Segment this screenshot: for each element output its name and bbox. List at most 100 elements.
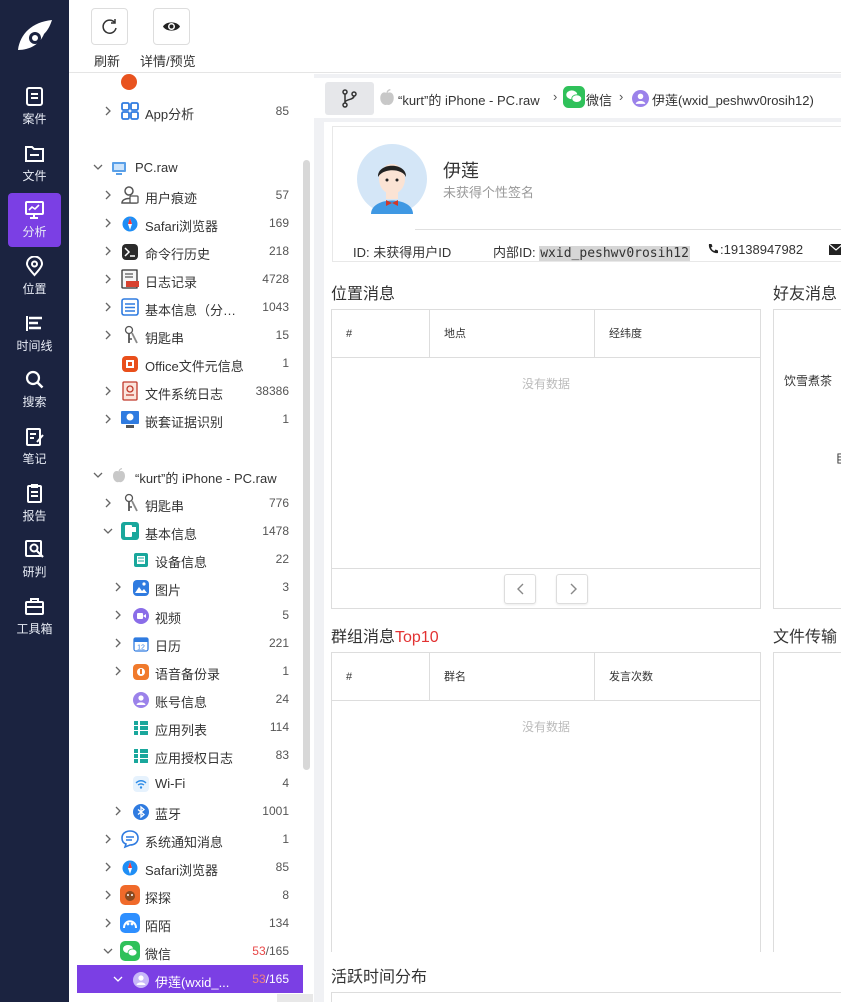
column-header[interactable]: 经纬度: [595, 310, 762, 358]
prev-page-button[interactable]: [504, 574, 536, 604]
tree-root-pc[interactable]: PC.raw: [77, 153, 303, 181]
breadcrumb-app[interactable]: 微信: [586, 90, 612, 109]
tree-item[interactable]: 基本信息 1478: [77, 517, 303, 545]
nav-label: 研判: [22, 565, 47, 579]
column-header[interactable]: 群名: [430, 653, 595, 701]
chevron-right-icon: [105, 106, 111, 116]
nav-item-search[interactable]: 搜索: [8, 363, 61, 417]
breadcrumb-separator: ›: [619, 89, 624, 104]
tree-label: App分析: [145, 107, 195, 122]
tree-count: 1001: [262, 804, 289, 818]
tree-item-selected-account[interactable]: 伊莲(wxid_... 53/165: [77, 965, 303, 993]
tree-label: Office文件元信息: [145, 359, 244, 374]
tree-label: 基本信息（分…: [145, 303, 237, 318]
tree-item[interactable]: Safari浏览器 169: [77, 209, 303, 237]
tree-item[interactable]: 账号信息 24: [77, 685, 303, 713]
chevron-right-icon: [105, 414, 111, 424]
video-icon: [133, 608, 149, 624]
tree-label: 日历: [155, 639, 182, 654]
tree-count: 5: [282, 608, 289, 622]
refresh-button[interactable]: [91, 8, 128, 45]
tree-item[interactable]: Safari浏览器 85: [77, 853, 303, 881]
tree-item[interactable]: 设备信息 22: [77, 545, 303, 573]
tree-count: 4728: [262, 272, 289, 286]
keychain-icon: [124, 493, 138, 512]
table-header: # 群名 发言次数: [332, 653, 760, 701]
tree-item[interactable]: 12 日历 221: [77, 629, 303, 657]
tree-label: 应用授权日志: [155, 751, 234, 766]
tree-root-iphone[interactable]: “kurt”的 iPhone - PC.raw: [77, 461, 303, 489]
tree-item[interactable]: 视频 5: [77, 601, 303, 629]
nav-item-location[interactable]: 位置: [8, 250, 61, 304]
tree-item[interactable]: 应用授权日志 83: [77, 741, 303, 769]
profile-card: 伊莲 未获得个性签名 ID: 未获得用户ID 内部ID: wxid_peshwv…: [332, 126, 841, 262]
apple-icon: [113, 468, 125, 483]
tree-item[interactable]: 语音备份录 1: [77, 657, 303, 685]
tree-item[interactable]: 探探 8: [77, 881, 303, 909]
nav-item-analysis[interactable]: 分析: [8, 193, 61, 247]
note-icon: [26, 428, 44, 446]
column-header[interactable]: 发言次数: [595, 653, 762, 701]
tree-item[interactable]: 应用列表 114: [77, 713, 303, 741]
pagination: [332, 568, 760, 608]
location-table: # 地点 经纬度 没有数据: [331, 309, 761, 609]
tree-item[interactable]: 蓝牙 1001: [77, 797, 303, 825]
evidence-tree: App分析 85 PC.raw 用户痕迹 57 Safari浏览器 169 命令…: [69, 74, 314, 1002]
tree-item[interactable]: 图片 3: [77, 573, 303, 601]
account-icon: [133, 972, 149, 988]
eye-icon: [163, 22, 180, 31]
nav-item-report[interactable]: 报告: [8, 477, 61, 531]
nav-item-timeline[interactable]: 时间线: [8, 307, 61, 361]
tree-label: Safari浏览器: [145, 219, 218, 234]
branch-button[interactable]: [325, 82, 374, 115]
nav-item-case[interactable]: 案件: [8, 80, 61, 134]
count-highlight: 53: [252, 972, 266, 986]
tree-count: 3: [282, 580, 289, 594]
nav-item-file[interactable]: 文件: [8, 137, 61, 191]
column-header[interactable]: 地点: [430, 310, 595, 358]
tree-scrollbar[interactable]: [303, 160, 310, 770]
breadcrumb: “kurt”的 iPhone - PC.raw › 微信 › 伊莲(wxid_p…: [314, 78, 841, 118]
nav-label: 文件: [22, 169, 47, 183]
internal-id-value[interactable]: wxid_peshwv0rosih12: [539, 246, 690, 261]
tree-count: 134: [268, 916, 289, 930]
chevron-right-icon: [105, 862, 111, 872]
tree-item[interactable]: 嵌套证据识别 1: [77, 405, 303, 433]
nav-item-research[interactable]: 研判: [8, 533, 61, 587]
search-icon: [25, 370, 44, 389]
nav-item-note[interactable]: 笔记: [8, 420, 61, 474]
file-transfer-panel: [773, 652, 841, 952]
count-highlight: 53: [252, 944, 266, 958]
tree-label: 陌陌: [145, 919, 172, 934]
tree-item-wechat[interactable]: 微信 53/165: [77, 937, 303, 965]
chevron-down-icon: [113, 976, 123, 982]
pc-icon: [112, 162, 126, 175]
preview-button[interactable]: [153, 8, 190, 45]
tree-item[interactable]: 日志记录 4728: [77, 265, 303, 293]
tree-item[interactable]: 陌陌 134: [77, 909, 303, 937]
tree-item[interactable]: 钥匙串 15: [77, 321, 303, 349]
tree-item[interactable]: 系统通知消息 1: [77, 825, 303, 853]
tree-item-app-analysis[interactable]: App分析 85: [77, 97, 303, 125]
chevron-right-icon: [105, 218, 111, 228]
tree-item[interactable]: 钥匙串 776: [77, 489, 303, 517]
nav-item-toolbox[interactable]: 工具箱: [8, 590, 61, 644]
tree-item[interactable]: Wi-Fi 4: [77, 769, 303, 797]
tree-count: 15: [275, 328, 289, 342]
column-header[interactable]: #: [332, 653, 430, 701]
breadcrumb-device[interactable]: “kurt”的 iPhone - PC.raw: [398, 90, 540, 109]
breadcrumb-account[interactable]: 伊莲(wxid_peshwv0rosih12): [652, 90, 814, 109]
column-header[interactable]: #: [332, 310, 430, 358]
tree-label: 视频: [155, 611, 182, 626]
horizontal-scrollbar[interactable]: [277, 994, 313, 1002]
tree-item[interactable]: 文件系统日志 38386: [77, 377, 303, 405]
tree-item[interactable]: Office文件元信息 1: [77, 349, 303, 377]
breadcrumb-separator: ›: [553, 89, 558, 104]
main-nav: 案件 文件 分析 位置 时间线 搜索 笔记 报告 研判 工具箱: [0, 0, 69, 1002]
tree-item[interactable]: 基本信息（分… 1043: [77, 293, 303, 321]
tree-count: 8: [282, 888, 289, 902]
tree-count: 53/165: [252, 944, 289, 958]
tree-item[interactable]: 用户痕迹 57: [77, 181, 303, 209]
next-page-button[interactable]: [556, 574, 588, 604]
tree-item[interactable]: 命令行历史 218: [77, 237, 303, 265]
